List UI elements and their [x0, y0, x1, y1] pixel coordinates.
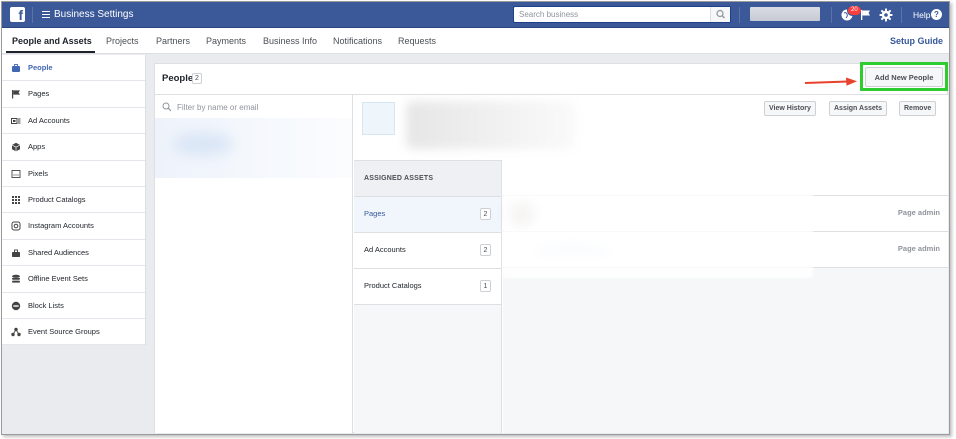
divider [831, 7, 832, 23]
sidebar-item-label: Pages [28, 89, 50, 99]
asset-type-label: Ad Accounts [364, 245, 406, 254]
asset-type-pages[interactable]: Pages 2 [354, 197, 501, 233]
divider [901, 7, 902, 23]
filter-people-input[interactable] [177, 100, 347, 114]
people-panel-header: People 2 Add New People [155, 62, 948, 95]
tab-requests[interactable]: Requests [398, 36, 436, 46]
pixel-icon [11, 169, 21, 178]
add-new-people-button[interactable]: Add New People [865, 67, 943, 87]
help-link[interactable]: Help [913, 10, 930, 20]
assign-assets-button[interactable]: Assign Assets [829, 101, 887, 116]
asset-type-ad-accounts[interactable]: Ad Accounts 2 [354, 233, 501, 269]
menu-icon[interactable] [42, 11, 50, 19]
gear-icon[interactable] [879, 8, 893, 22]
asset-type-product-catalogs[interactable]: Product Catalogs 1 [354, 269, 501, 305]
tab-partners[interactable]: Partners [156, 36, 190, 46]
selected-person-row[interactable] [155, 118, 352, 178]
asset-type-label: Product Catalogs [364, 281, 422, 290]
sidebar-item-label: Offline Event Sets [28, 274, 88, 284]
assigned-assets-header: ASSIGNED ASSETS [354, 161, 501, 197]
red-arrow-annotation [804, 77, 857, 86]
sidebar-item-label: Pixels [28, 168, 49, 178]
block-icon [11, 301, 21, 310]
sidebar-item-event-source-groups[interactable]: Event Source Groups [2, 319, 145, 346]
asset-count-badge: 2 [480, 244, 491, 256]
tab-payments[interactable]: Payments [206, 36, 246, 46]
tab-notifications[interactable]: Notifications [333, 36, 382, 46]
cube-icon [11, 142, 21, 152]
page-title: People [162, 73, 194, 84]
audiences-icon [12, 249, 20, 257]
search-button[interactable] [710, 7, 730, 22]
briefcase-icon [12, 64, 20, 72]
search-box[interactable] [513, 6, 731, 23]
app-title[interactable]: Business Settings [54, 9, 134, 20]
help-icon[interactable]: ? [931, 9, 942, 20]
redacted-person-name [406, 101, 576, 149]
sidebar-item-shared-audiences[interactable]: Shared Audiences [2, 240, 145, 267]
sidebar-item-label: Apps [28, 142, 46, 152]
sidebar-item-instagram-accounts[interactable]: Instagram Accounts [2, 213, 145, 240]
ad-accounts-icon [11, 117, 21, 124]
flag-icon[interactable] [860, 9, 872, 21]
tab-people-and-assets[interactable]: People and Assets [12, 36, 92, 46]
people-list [155, 95, 353, 433]
search-input[interactable] [514, 7, 704, 22]
sidebar: People Pages Ad Accounts Apps Pixels Pro… [2, 55, 146, 346]
avatar [362, 102, 395, 135]
redacted-person [173, 132, 233, 156]
flag-icon [12, 90, 20, 99]
view-history-button[interactable]: View History [764, 101, 816, 116]
assigned-assets-panel: ASSIGNED ASSETS Pages 2 Ad Accounts 2 Pr… [354, 160, 502, 433]
asset-role: Page admin [897, 244, 940, 253]
sidebar-item-label: Event Source Groups [28, 326, 100, 336]
asset-type-label: Pages [364, 209, 386, 218]
setup-guide-link[interactable]: Setup Guide [890, 36, 943, 46]
business-settings-window: f Business Settings 20 [1, 1, 950, 435]
sidebar-item-pages[interactable]: Pages [2, 81, 145, 108]
remove-button[interactable]: Remove [899, 101, 937, 116]
assets-list: Page admin Page admin [503, 160, 948, 433]
sidebar-item-offline-event-sets[interactable]: Offline Event Sets [2, 266, 145, 293]
settings-tabs: People and Assets Projects Partners Paym… [2, 28, 949, 54]
asset-count-badge: 2 [480, 208, 491, 220]
sidebar-item-ad-accounts[interactable]: Ad Accounts [2, 108, 145, 135]
instagram-icon [11, 221, 21, 231]
sidebar-item-label: Block Lists [28, 300, 64, 310]
top-bar: f Business Settings 20 [2, 2, 949, 28]
asset-count-badge: 1 [480, 280, 491, 292]
redaction-overlay [503, 160, 813, 278]
facebook-logo[interactable]: f [10, 7, 25, 22]
active-tab-indicator [6, 51, 95, 53]
grid-icon [12, 195, 20, 204]
sidebar-item-label: People [28, 63, 53, 72]
people-count-badge: 2 [192, 73, 202, 84]
sidebar-item-label: Shared Audiences [28, 247, 89, 257]
sidebar-item-product-catalogs[interactable]: Product Catalogs [2, 187, 145, 214]
sidebar-item-block-lists[interactable]: Block Lists [2, 293, 145, 319]
event-source-icon [11, 327, 21, 337]
asset-role: Page admin [897, 208, 940, 217]
people-panel: People 2 Add New People View History As [154, 62, 948, 433]
person-detail: View History Assign Assets Remove ASSIGN… [354, 95, 948, 433]
offline-events-icon [12, 274, 20, 283]
search-icon [162, 102, 172, 112]
account-switcher[interactable] [750, 7, 820, 21]
tab-projects[interactable]: Projects [106, 36, 139, 46]
sidebar-item-people[interactable]: People [2, 55, 145, 82]
divider [32, 7, 33, 23]
divider [739, 7, 740, 23]
sidebar-item-label: Instagram Accounts [28, 221, 94, 231]
sidebar-item-label: Ad Accounts [28, 115, 70, 125]
sidebar-item-apps[interactable]: Apps [2, 134, 145, 161]
search-icon [716, 9, 725, 19]
sidebar-item-label: Product Catalogs [28, 194, 86, 204]
sidebar-item-pixels[interactable]: Pixels [2, 161, 145, 187]
tab-business-info[interactable]: Business Info [263, 36, 317, 46]
